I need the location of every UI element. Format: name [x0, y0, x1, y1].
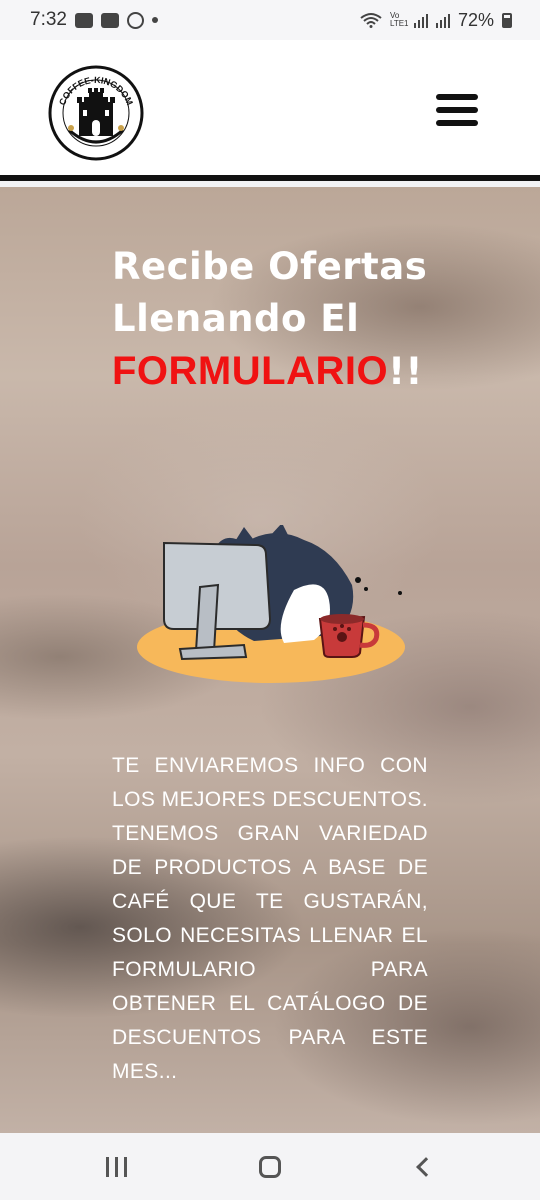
wifi-icon	[360, 13, 382, 28]
hero-section: Recibe Ofertas Llenando El FORMULARIO!! …	[0, 187, 540, 1133]
status-time: 7:32	[30, 9, 67, 30]
hero-title-highlight: FORMULARIO	[112, 349, 389, 393]
site-header: COFFEE-KINGDOM	[0, 40, 540, 181]
signal-2-icon	[435, 13, 450, 28]
hero-title-suffix: !!	[388, 350, 423, 393]
status-right: Vo LTE1 72%	[360, 10, 512, 31]
hero-description: TE ENVIAREMOS INFO CON LOS MEJORES DESCU…	[112, 754, 428, 1083]
youtube-icon	[100, 12, 119, 28]
whatsapp-icon	[126, 11, 144, 29]
signal-icon	[413, 13, 428, 28]
recents-icon[interactable]	[87, 1147, 147, 1187]
status-bar: 7:32 Vo LTE1 72%	[0, 0, 540, 40]
sleeping-cat-computer-illustration	[137, 525, 405, 683]
network-label: Vo LTE1	[389, 11, 409, 28]
system-nav-bar	[0, 1133, 540, 1200]
menu-bar-2	[436, 107, 478, 113]
hero-title: Recibe Ofertas Llenando El FORMULARIO!!	[112, 241, 452, 398]
battery-icon	[502, 12, 512, 28]
menu-bar-3	[436, 120, 478, 126]
status-left: 7:32	[30, 9, 158, 31]
home-icon[interactable]	[240, 1147, 300, 1187]
menu-bar-1	[436, 94, 478, 100]
notification-dot-icon	[151, 17, 158, 23]
back-icon[interactable]	[393, 1147, 453, 1187]
hamburger-menu-icon[interactable]	[436, 94, 478, 130]
battery-percent: 72%	[457, 9, 494, 30]
hero-title-line2: Llenando El	[112, 297, 360, 340]
hero-title-line1: Recibe Ofertas	[112, 245, 428, 288]
coffee-kingdom-logo[interactable]: COFFEE-KINGDOM	[47, 64, 145, 162]
image-icon	[74, 12, 93, 28]
